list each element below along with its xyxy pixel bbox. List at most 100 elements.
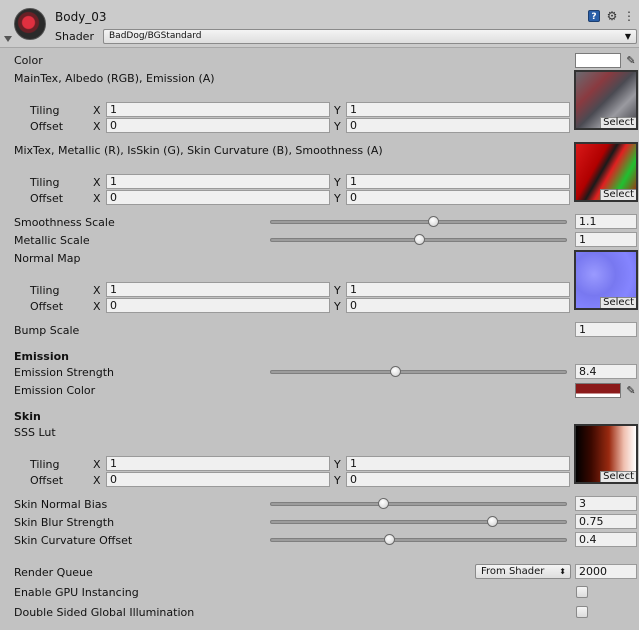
mixtex-offset-label: Offset [30, 192, 64, 205]
normalmap-select-button[interactable]: Select [600, 297, 636, 308]
maintex-tiling-x-field[interactable]: 1 [106, 102, 330, 117]
sss-tiling-label: Tiling [30, 458, 60, 471]
maintex-tiling-y-label: Y [334, 104, 341, 117]
sss-tiling-x-label: X [93, 458, 101, 471]
help-icon[interactable]: ? [588, 10, 600, 22]
sss-tiling-y-field[interactable]: 1 [346, 456, 570, 471]
skin-blur-label: Skin Blur Strength [14, 516, 115, 529]
mixtex-tiling-x-label: X [93, 176, 101, 189]
sss-offset-y-field[interactable]: 0 [346, 472, 570, 487]
render-queue-mode: From Shader [481, 566, 545, 577]
maintex-thumbnail[interactable]: Select [574, 70, 638, 130]
smoothness-value-field[interactable]: 1.1 [575, 214, 637, 229]
material-name: Body_03 [55, 10, 107, 24]
mixtex-tiling-x-field[interactable]: 1 [106, 174, 330, 189]
normalmap-offset-x-field[interactable]: 0 [106, 298, 330, 313]
foldout-arrow-icon[interactable] [4, 36, 12, 42]
mixtex-thumbnail[interactable]: Select [574, 142, 638, 202]
gpu-instancing-checkbox[interactable] [576, 586, 588, 598]
maintex-offset-x-field[interactable]: 0 [106, 118, 330, 133]
eyedropper-icon[interactable]: ✎ [625, 383, 637, 398]
metallic-slider[interactable] [270, 234, 567, 245]
render-queue-label: Render Queue [14, 566, 93, 579]
mixtex-offset-x-label: X [93, 192, 101, 205]
skin-section-title: Skin [14, 410, 41, 423]
sss-lut-thumbnail[interactable]: Select [574, 424, 638, 484]
sss-offset-label: Offset [30, 474, 64, 487]
maintex-offset-y-field[interactable]: 0 [346, 118, 570, 133]
emission-strength-label: Emission Strength [14, 366, 115, 379]
sss-lut-select-button[interactable]: Select [600, 471, 636, 482]
emission-strength-slider[interactable] [270, 366, 567, 377]
mixtex-label: MixTex, Metallic (R), IsSkin (G), Skin C… [14, 144, 383, 157]
skin-blur-slider-thumb[interactable] [487, 516, 499, 527]
normalmap-tiling-y-field[interactable]: 1 [346, 282, 570, 297]
metallic-value-field[interactable]: 1 [575, 232, 637, 247]
dsgi-label: Double Sided Global Illumination [14, 606, 195, 619]
render-queue-value-field[interactable]: 2000 [575, 564, 637, 579]
maintex-tiling-y-field[interactable]: 1 [346, 102, 570, 117]
maintex-tiling-label: Tiling [30, 104, 60, 117]
settings-icon[interactable]: ⚙ [606, 10, 618, 22]
menu-icon[interactable]: ⋮ [623, 10, 635, 22]
bump-label: Bump Scale [14, 324, 80, 337]
maintex-select-button[interactable]: Select [600, 117, 636, 128]
skin-curvature-slider-thumb[interactable] [384, 534, 395, 545]
normalmap-offset-x-label: X [93, 300, 101, 313]
skin-normal-bias-label: Skin Normal Bias [14, 498, 108, 511]
sss-lut-label: SSS Lut [14, 426, 56, 439]
mixtex-select-button[interactable]: Select [600, 189, 636, 200]
metallic-slider-thumb[interactable] [413, 234, 425, 245]
normalmap-offset-y-field[interactable]: 0 [346, 298, 570, 313]
normalmap-thumbnail[interactable]: Select [574, 250, 638, 310]
normalmap-tiling-label: Tiling [30, 284, 60, 297]
sss-offset-x-label: X [93, 474, 101, 487]
mixtex-offset-x-field[interactable]: 0 [106, 190, 330, 205]
normalmap-tiling-y-label: Y [334, 284, 341, 297]
mixtex-tiling-y-label: Y [334, 176, 341, 189]
emission-strength-value-field[interactable]: 8.4 [575, 364, 637, 379]
mixtex-offset-y-label: Y [334, 192, 341, 205]
mixtex-offset-y-field[interactable]: 0 [346, 190, 570, 205]
material-preview-icon [14, 8, 46, 40]
chevron-updown-icon: ⬍ [559, 567, 566, 576]
shader-label: Shader [55, 30, 94, 43]
skin-curvature-slider[interactable] [270, 534, 567, 545]
gpu-instancing-label: Enable GPU Instancing [14, 586, 139, 599]
skin-normal-bias-slider-thumb[interactable] [378, 498, 390, 509]
render-queue-dropdown[interactable]: From Shader ⬍ [475, 564, 571, 579]
maintex-tiling-x-label: X [93, 104, 101, 117]
emission-strength-slider-thumb[interactable] [389, 366, 401, 377]
sss-offset-x-field[interactable]: 0 [106, 472, 330, 487]
maintex-offset-label: Offset [30, 120, 64, 133]
skin-curvature-value-field[interactable]: 0.4 [575, 532, 637, 547]
eyedropper-icon[interactable]: ✎ [625, 53, 637, 68]
normalmap-tiling-x-label: X [93, 284, 101, 297]
mixtex-tiling-y-field[interactable]: 1 [346, 174, 570, 189]
bump-value-field[interactable]: 1 [575, 322, 637, 337]
smoothness-label: Smoothness Scale [14, 216, 115, 229]
skin-blur-value-field[interactable]: 0.75 [575, 514, 637, 529]
shader-dropdown-value: BadDog/BGStandard [109, 31, 202, 41]
normalmap-tiling-x-field[interactable]: 1 [106, 282, 330, 297]
skin-blur-slider[interactable] [270, 516, 567, 527]
smoothness-slider-thumb[interactable] [428, 216, 440, 227]
material-header: Body_03 Shader BadDog/BGStandard ▼ ? ⚙ ⋮ [0, 0, 639, 48]
emission-color-swatch[interactable] [575, 383, 621, 398]
color-swatch[interactable] [575, 53, 621, 68]
normalmap-offset-label: Offset [30, 300, 64, 313]
maintex-offset-y-label: Y [334, 120, 341, 133]
sss-offset-y-label: Y [334, 474, 341, 487]
shader-dropdown[interactable]: BadDog/BGStandard ▼ [103, 29, 637, 44]
normalmap-offset-y-label: Y [334, 300, 341, 313]
skin-curvature-label: Skin Curvature Offset [14, 534, 133, 547]
skin-normal-bias-value-field[interactable]: 3 [575, 496, 637, 511]
emission-color-label: Emission Color [14, 384, 96, 397]
smoothness-slider[interactable] [270, 216, 567, 227]
skin-normal-bias-slider[interactable] [270, 498, 567, 509]
dsgi-checkbox[interactable] [576, 606, 588, 618]
sss-tiling-x-field[interactable]: 1 [106, 456, 330, 471]
color-label: Color [14, 54, 43, 67]
sss-tiling-y-label: Y [334, 458, 341, 471]
metallic-label: Metallic Scale [14, 234, 90, 247]
